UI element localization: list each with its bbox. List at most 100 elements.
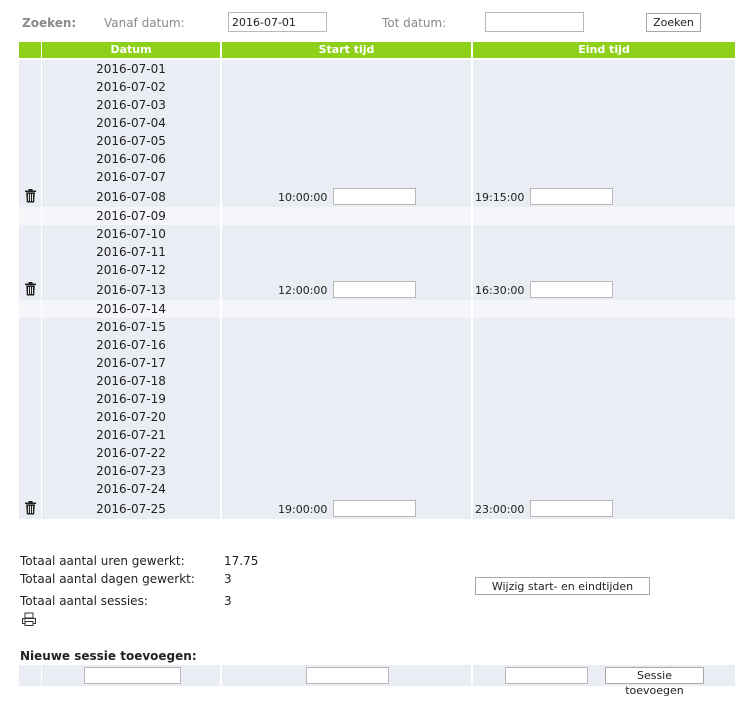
row-cell-action xyxy=(19,261,41,279)
row-date: 2016-07-21 xyxy=(96,428,166,442)
row-end-time: 19:15:00 xyxy=(475,191,525,204)
table-row: 2016-07-17 xyxy=(19,354,735,372)
row-date: 2016-07-13 xyxy=(96,283,166,297)
row-date: 2016-07-10 xyxy=(96,227,166,241)
trash-icon[interactable] xyxy=(25,501,36,515)
row-cell-end xyxy=(473,243,735,261)
row-cell-action xyxy=(19,114,41,132)
new-session-title: Nieuwe sessie toevoegen: xyxy=(20,649,197,663)
row-cell-start xyxy=(222,243,471,261)
row-date: 2016-07-03 xyxy=(96,98,166,112)
table-row: 2016-07-19 xyxy=(19,390,735,408)
row-cell-start xyxy=(222,150,471,168)
row-cell-start xyxy=(222,78,471,96)
add-session-button[interactable]: Sessie toevoegen xyxy=(605,667,704,697)
header-end-time: Eind tijd xyxy=(473,42,735,58)
row-cell-start xyxy=(222,336,471,354)
row-cell-end xyxy=(473,207,735,225)
total-days-value: 3 xyxy=(224,572,232,586)
row-date: 2016-07-23 xyxy=(96,464,166,478)
row-cell-start xyxy=(222,300,471,318)
row-cell-end xyxy=(473,444,735,462)
row-cell-start xyxy=(222,261,471,279)
row-cell-start xyxy=(222,132,471,150)
row-cell-end xyxy=(473,261,735,279)
from-date-label: Vanaf datum: xyxy=(104,16,185,30)
table-row: 2016-07-15 xyxy=(19,318,735,336)
row-cell-start xyxy=(222,354,471,372)
row-cell-action xyxy=(19,207,41,225)
row-cell-action xyxy=(19,132,41,150)
row-cell-action xyxy=(19,225,41,243)
row-cell-start xyxy=(222,408,471,426)
to-date-label: Tot datum: xyxy=(382,16,447,30)
row-date: 2016-07-17 xyxy=(96,356,166,370)
row-start-input[interactable] xyxy=(333,281,416,298)
row-end-time: 23:00:00 xyxy=(475,503,525,516)
table-row: 2016-07-12 xyxy=(19,261,735,279)
row-cell-start xyxy=(222,96,471,114)
row-cell-start xyxy=(222,207,471,225)
from-date-input[interactable] xyxy=(228,12,327,32)
table-row: 2016-07-01 xyxy=(19,60,735,78)
table-row: 2016-07-21 xyxy=(19,426,735,444)
edit-times-button[interactable]: Wijzig start- en eindtijden xyxy=(475,577,650,595)
row-cell-action xyxy=(19,78,41,96)
row-cell-end xyxy=(473,408,735,426)
row-cell-action xyxy=(19,96,41,114)
row-cell-action xyxy=(19,480,41,498)
row-date: 2016-07-22 xyxy=(96,446,166,460)
row-cell-action xyxy=(19,150,41,168)
row-date: 2016-07-15 xyxy=(96,320,166,334)
row-date: 2016-07-19 xyxy=(96,392,166,406)
row-cell-start xyxy=(222,480,471,498)
search-button[interactable]: Zoeken xyxy=(646,13,701,32)
new-session-end-input[interactable] xyxy=(505,667,588,684)
row-cell-end xyxy=(473,372,735,390)
row-date: 2016-07-14 xyxy=(96,302,166,316)
row-cell-action xyxy=(19,60,41,78)
row-end-input[interactable] xyxy=(530,500,613,517)
new-session-start-input[interactable] xyxy=(306,667,389,684)
row-start-time: 12:00:00 xyxy=(278,284,328,297)
row-date: 2016-07-01 xyxy=(96,62,166,76)
row-cell-action xyxy=(19,318,41,336)
row-cell-end xyxy=(473,60,735,78)
row-date: 2016-07-05 xyxy=(96,134,166,148)
table-row: 2016-07-03 xyxy=(19,96,735,114)
table-row: 2016-07-05 xyxy=(19,132,735,150)
row-cell-start xyxy=(222,372,471,390)
row-end-time: 16:30:00 xyxy=(475,284,525,297)
total-hours-label: Totaal aantal uren gewerkt: xyxy=(20,554,185,568)
row-cell-end xyxy=(473,96,735,114)
row-cell-start xyxy=(222,318,471,336)
row-cell-end xyxy=(473,318,735,336)
row-cell-action xyxy=(19,444,41,462)
row-date: 2016-07-12 xyxy=(96,263,166,277)
row-cell-end xyxy=(473,225,735,243)
row-start-input[interactable] xyxy=(333,188,416,205)
trash-icon[interactable] xyxy=(25,282,36,296)
row-date: 2016-07-07 xyxy=(96,170,166,184)
table-row: 2016-07-04 xyxy=(19,114,735,132)
table-row: 2016-07-23 xyxy=(19,462,735,480)
row-cell-end xyxy=(473,426,735,444)
search-label: Zoeken: xyxy=(22,16,77,30)
row-cell-start xyxy=(222,60,471,78)
new-session-date-input[interactable] xyxy=(84,667,181,684)
row-date: 2016-07-04 xyxy=(96,116,166,130)
row-cell-end xyxy=(473,462,735,480)
total-sessions-value: 3 xyxy=(224,594,232,608)
row-cell-end xyxy=(473,114,735,132)
row-start-time: 10:00:00 xyxy=(278,191,328,204)
row-start-input[interactable] xyxy=(333,500,416,517)
trash-icon[interactable] xyxy=(25,189,36,203)
row-end-input[interactable] xyxy=(530,281,613,298)
table-row: 2016-07-16 xyxy=(19,336,735,354)
row-end-input[interactable] xyxy=(530,188,613,205)
table-row: 2016-07-11 xyxy=(19,243,735,261)
printer-icon[interactable] xyxy=(21,612,37,626)
row-cell-end xyxy=(473,354,735,372)
to-date-input[interactable] xyxy=(485,12,584,32)
table-row: 2016-07-22 xyxy=(19,444,735,462)
